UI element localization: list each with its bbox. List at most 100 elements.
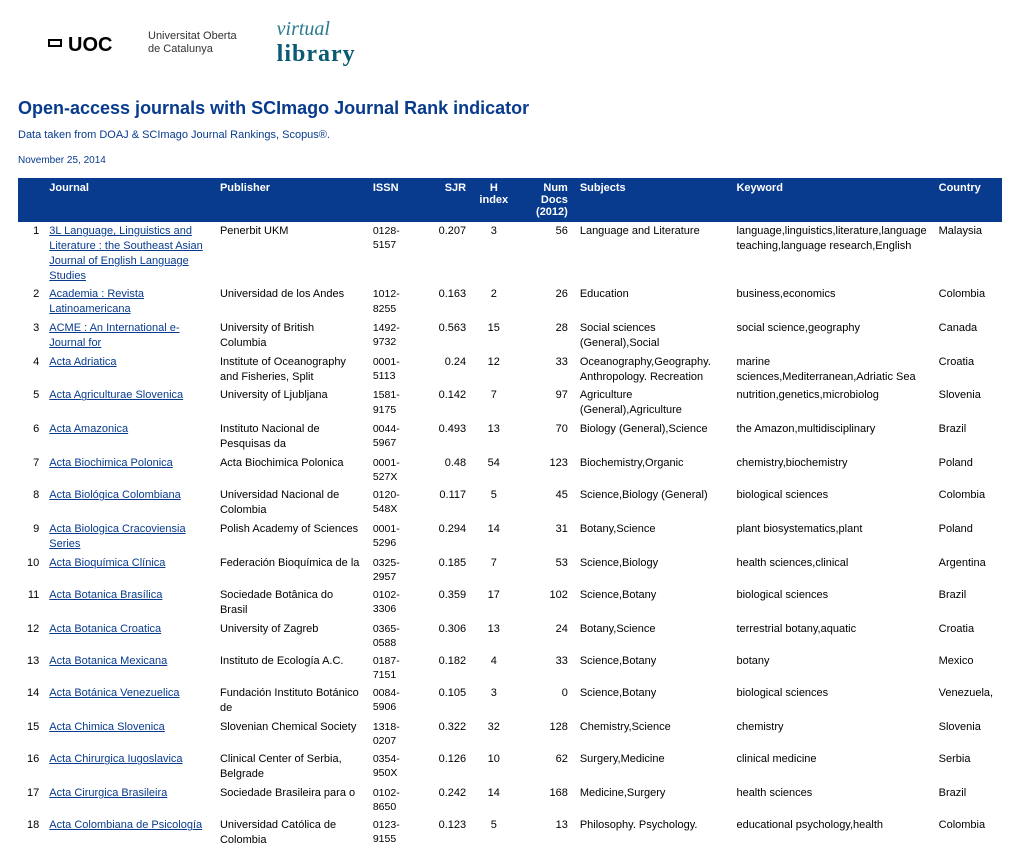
journal-link[interactable]: Acta Botanica Mexicana (49, 655, 167, 667)
issn-cell: 1012-8255 (367, 285, 424, 319)
header-logos: UOC Universitat Oberta de Catalunya virt… (48, 18, 1002, 68)
sjr-cell: 0.306 (424, 620, 472, 652)
page-subtitle: Data taken from DOAJ & SCImago Journal R… (18, 129, 1002, 141)
keyword-cell: botany (730, 652, 932, 684)
h-cell: 7 (472, 386, 515, 420)
subjects-cell: Medicine,Surgery (574, 784, 731, 816)
journal-link[interactable]: Acta Botanica Croatica (49, 623, 161, 635)
h-cell: 32 (472, 718, 515, 750)
issn-cell: 0120-548X (367, 486, 424, 520)
subjects-cell: Science,Biology (574, 554, 731, 586)
keyword-cell: nutrition,genetics,microbiolog (730, 386, 932, 420)
journal-link[interactable]: Acta Bioquímica Clínica (49, 557, 165, 569)
journal-cell: Acta Cirurgica Brasileira (43, 784, 214, 816)
publisher-cell: Fundación Instituto Botánico de (214, 684, 367, 718)
country-cell: Brazil (933, 586, 1002, 620)
journal-cell: Acta Botanica Mexicana (43, 652, 214, 684)
subjects-cell: Botany,Science (574, 620, 731, 652)
journal-cell: Acta Agriculturae Slovenica (43, 386, 214, 420)
h-cell: 13 (472, 620, 515, 652)
col-publisher: Publisher (214, 178, 367, 222)
uoc-subtitle: Universitat Oberta de Catalunya (148, 30, 237, 56)
journal-link[interactable]: Acta Botánica Venezuelica (49, 687, 179, 699)
row-index: 3 (18, 319, 43, 353)
sjr-cell: 0.207 (424, 222, 472, 285)
docs-cell: 97 (515, 386, 573, 420)
issn-cell: 0128-5157 (367, 222, 424, 285)
docs-cell: 13 (515, 816, 573, 850)
col-journal: Journal (43, 178, 214, 222)
journal-cell: Acta Bioquímica Clínica (43, 554, 214, 586)
journal-link[interactable]: Acta Adriatica (49, 356, 116, 368)
keyword-cell: health sciences,clinical (730, 554, 932, 586)
journal-link[interactable]: Acta Biológica Colombiana (49, 489, 180, 501)
journal-link[interactable]: Acta Biochimica Polonica (49, 457, 173, 469)
col-keyword: Keyword (730, 178, 932, 222)
h-cell: 5 (472, 486, 515, 520)
issn-cell: 0001-527X (367, 454, 424, 486)
issn-cell: 0187-7151 (367, 652, 424, 684)
issn-cell: 1581-9175 (367, 386, 424, 420)
row-index: 8 (18, 486, 43, 520)
table-row: 10Acta Bioquímica ClínicaFederación Bioq… (18, 554, 1002, 586)
journal-link[interactable]: Acta Botanica Brasílica (49, 589, 162, 601)
journal-cell: Acta Amazonica (43, 420, 214, 454)
journal-link[interactable]: Acta Biologica Cracoviensia Series (49, 523, 185, 550)
country-cell: Serbia (933, 750, 1002, 784)
issn-cell: 0001-5296 (367, 520, 424, 554)
publisher-cell: Sociedade Brasileira para o (214, 784, 367, 816)
keyword-cell: chemistry (730, 718, 932, 750)
sjr-cell: 0.242 (424, 784, 472, 816)
docs-cell: 168 (515, 784, 573, 816)
table-row: 18Acta Colombiana de PsicologíaUniversid… (18, 816, 1002, 850)
country-cell: Croatia (933, 353, 1002, 387)
row-index: 17 (18, 784, 43, 816)
table-row: 9Acta Biologica Cracoviensia SeriesPolis… (18, 520, 1002, 554)
subjects-cell: Language and Literature (574, 222, 731, 285)
journal-link[interactable]: Acta Chimica Slovenica (49, 721, 165, 733)
subjects-cell: Science,Biology (General) (574, 486, 731, 520)
docs-cell: 62 (515, 750, 573, 784)
journal-link[interactable]: 3L Language, Linguistics and Literature … (49, 225, 203, 282)
subjects-cell: Biochemistry,Organic (574, 454, 731, 486)
journal-cell: Acta Biológica Colombiana (43, 486, 214, 520)
journal-link[interactable]: Acta Agriculturae Slovenica (49, 389, 183, 401)
country-cell: Malaysia (933, 222, 1002, 285)
docs-cell: 128 (515, 718, 573, 750)
journal-link[interactable]: ACME : An International e-Journal for (49, 322, 179, 349)
issn-cell: 0365-0588 (367, 620, 424, 652)
journal-link[interactable]: Acta Cirurgica Brasileira (49, 787, 167, 799)
country-cell: Slovenia (933, 718, 1002, 750)
journal-link[interactable]: Acta Amazonica (49, 423, 128, 435)
journal-link[interactable]: Acta Colombiana de Psicología (49, 819, 202, 831)
row-index: 14 (18, 684, 43, 718)
docs-cell: 24 (515, 620, 573, 652)
journal-link[interactable]: Academia : Revista Latinoamericana (49, 288, 144, 315)
country-cell: Brazil (933, 420, 1002, 454)
col-subjects: Subjects (574, 178, 731, 222)
journal-cell: Acta Chimica Slovenica (43, 718, 214, 750)
row-index: 5 (18, 386, 43, 420)
table-row: 16Acta Chirurgica IugoslavicaClinical Ce… (18, 750, 1002, 784)
uoc-logo: UOC Universitat Oberta de Catalunya (48, 29, 237, 57)
row-index: 4 (18, 353, 43, 387)
docs-cell: 26 (515, 285, 573, 319)
sjr-cell: 0.322 (424, 718, 472, 750)
subjects-cell: Philosophy. Psychology. (574, 816, 731, 850)
docs-cell: 56 (515, 222, 573, 285)
docs-cell: 70 (515, 420, 573, 454)
subjects-cell: Oceanography,Geography. Anthropology. Re… (574, 353, 731, 387)
h-cell: 13 (472, 420, 515, 454)
issn-cell: 1318-0207 (367, 718, 424, 750)
subjects-cell: Science,Botany (574, 684, 731, 718)
h-cell: 15 (472, 319, 515, 353)
issn-cell: 0102-8650 (367, 784, 424, 816)
sjr-cell: 0.48 (424, 454, 472, 486)
journal-link[interactable]: Acta Chirurgica Iugoslavica (49, 753, 182, 765)
journal-cell: Acta Botanica Brasílica (43, 586, 214, 620)
keyword-cell: clinical medicine (730, 750, 932, 784)
country-cell: Croatia (933, 620, 1002, 652)
journal-cell: Acta Biochimica Polonica (43, 454, 214, 486)
sjr-cell: 0.163 (424, 285, 472, 319)
journal-cell: 3L Language, Linguistics and Literature … (43, 222, 214, 285)
